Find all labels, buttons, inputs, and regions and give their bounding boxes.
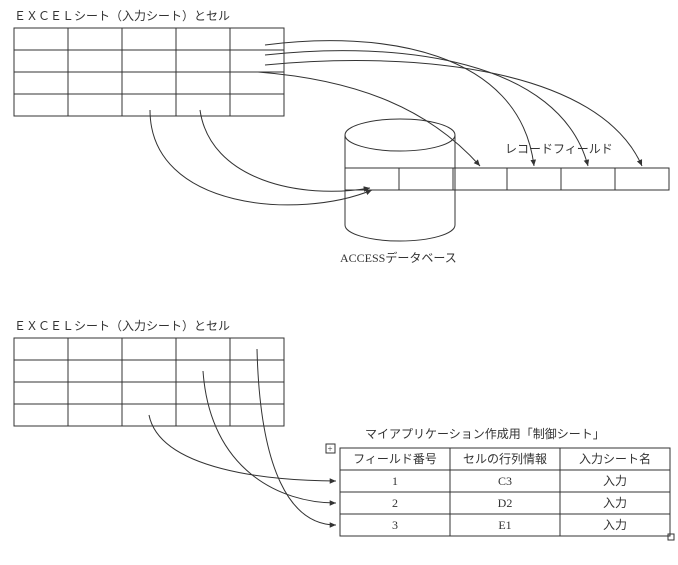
ctl-r3c2: E1 [498, 518, 511, 532]
diagram2-title: ＥＸＣＥＬシート（入力シート）とセル [14, 319, 230, 333]
ctl-r2c1: 2 [392, 496, 398, 510]
expand-icon: + [326, 444, 335, 454]
ctl-r1c3: 入力 [603, 474, 627, 488]
ctl-r1c2: C3 [498, 474, 512, 488]
diagram1-title: ＥＸＣＥＬシート（入力シート）とセル [14, 9, 230, 23]
record-label: レコードフィールド [505, 142, 613, 156]
excel-grid-1 [14, 28, 284, 116]
svg-text:+: + [328, 444, 333, 454]
resize-handle-icon [668, 534, 674, 540]
ctl-r1c1: 1 [392, 474, 398, 488]
control-table: フィールド番号 セルの行列情報 入力シート名 1 C3 入力 2 D2 入力 3… [340, 448, 670, 536]
d2-arrow-3 [257, 349, 336, 525]
d1-arrow-6 [150, 110, 372, 205]
ctl-head-2: セルの行列情報 [463, 452, 547, 466]
d1-arrow-1 [265, 41, 534, 166]
d2-arrow-1 [149, 415, 336, 481]
database-label: ACCESSデータベース [340, 250, 457, 265]
excel-grid-2 [14, 338, 284, 426]
ctl-head-1: フィールド番号 [353, 452, 437, 466]
d2-arrow-2 [203, 371, 336, 503]
ctl-head-3: 入力シート名 [579, 451, 651, 466]
ctl-r2c3: 入力 [603, 496, 627, 510]
control-sheet-title: マイアプリケーション作成用「制御シート」 [365, 426, 605, 441]
ctl-r3c1: 3 [392, 518, 398, 532]
d1-arrow-4 [258, 72, 480, 166]
ctl-r2c2: D2 [498, 496, 513, 510]
ctl-r3c3: 入力 [603, 518, 627, 532]
database-cylinder [345, 119, 455, 241]
record-field-strip [345, 168, 669, 190]
